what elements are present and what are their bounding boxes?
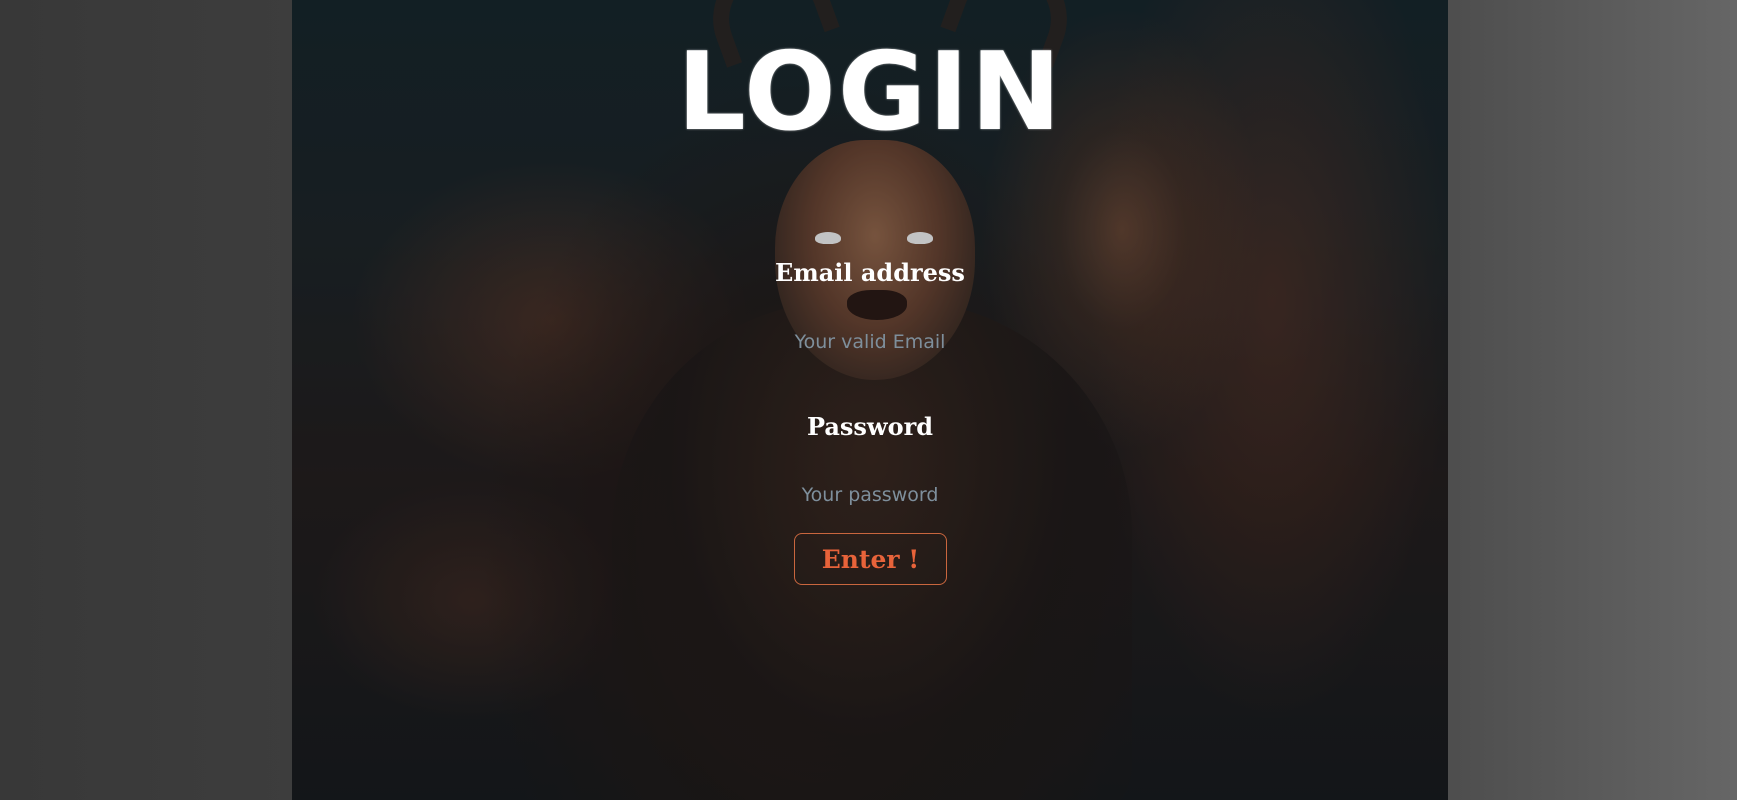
- enter-button[interactable]: Enter !: [794, 533, 947, 585]
- page-title: LOGIN: [677, 30, 1063, 155]
- login-form: LOGIN Email address Password Enter !: [292, 0, 1448, 800]
- password-input[interactable]: [670, 475, 1070, 515]
- password-label: Password: [806, 412, 934, 441]
- email-input[interactable]: [670, 322, 1070, 362]
- email-label: Email address: [775, 258, 965, 287]
